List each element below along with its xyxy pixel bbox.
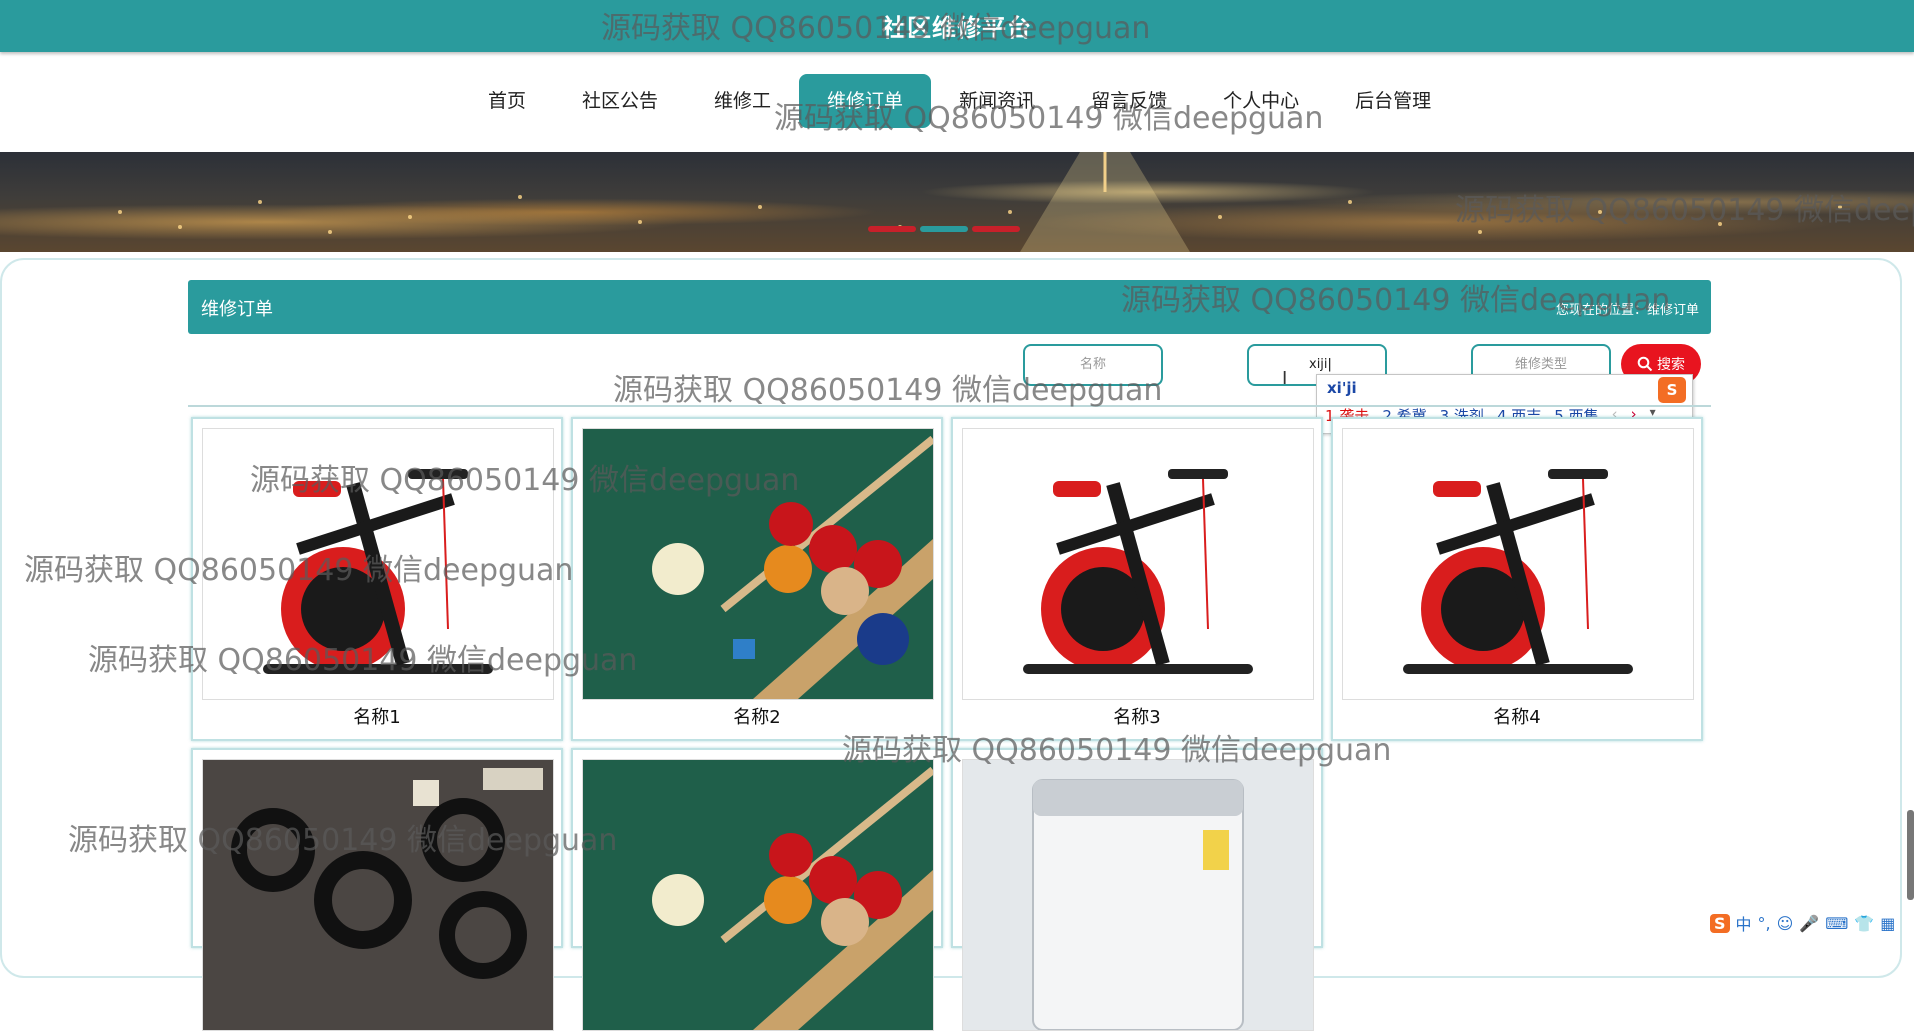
keyboard-icon[interactable]: ⌨: [1825, 914, 1848, 933]
section-title: 维修订单: [201, 299, 273, 320]
punctuation-icon[interactable]: °,: [1758, 914, 1771, 933]
spin-bike-image: [1342, 428, 1694, 700]
middle-filter-value: xiji: [1309, 357, 1328, 372]
product-card[interactable]: 名称4: [1331, 417, 1703, 741]
banner-carousel: [0, 152, 1914, 252]
toolbox-icon[interactable]: ▦: [1880, 914, 1895, 933]
nav-item-home[interactable]: 首页: [460, 74, 554, 128]
product-card[interactable]: [951, 748, 1323, 1031]
chinese-mode-icon[interactable]: 中: [1736, 911, 1752, 935]
section-header: 维修订单 您现在的位置：维修订单: [188, 280, 1711, 334]
skin-icon[interactable]: 👕: [1854, 914, 1874, 933]
nav-item-admin[interactable]: 后台管理: [1327, 74, 1459, 128]
carousel-indicators: [868, 226, 1020, 232]
carousel-dot[interactable]: [972, 226, 1020, 232]
product-card[interactable]: 名称1: [191, 417, 563, 741]
main-nav: 首页 社区公告 维修工 维修订单 新闻资讯 留言反馈 个人中心 后台管理: [460, 74, 1459, 128]
product-card[interactable]: [191, 748, 563, 1031]
microphone-icon[interactable]: 🎤: [1799, 914, 1819, 933]
search-icon: [1637, 356, 1653, 372]
name-filter-input[interactable]: 名称: [1023, 344, 1163, 386]
product-name[interactable]: 名称2: [573, 703, 941, 729]
ime-status-tray: S 中 °, ☺ 🎤 ⌨ 👕 ▦: [1710, 908, 1914, 938]
product-name[interactable]: 名称3: [953, 703, 1321, 729]
page-scrollbar[interactable]: [1907, 810, 1914, 900]
ime-pinyin: xi'ji: [1327, 379, 1357, 397]
nav-item-notices[interactable]: 社区公告: [554, 74, 686, 128]
nav-item-news[interactable]: 新闻资讯: [931, 74, 1063, 128]
billiards-image: [582, 759, 934, 1031]
carousel-dot[interactable]: [868, 226, 916, 232]
sogou-logo-icon: S: [1658, 377, 1686, 403]
site-title: 社区维修平台: [882, 14, 1032, 42]
city-night-image: [118, 152, 1842, 252]
sogou-tray-icon[interactable]: S: [1710, 913, 1730, 933]
emoji-icon[interactable]: ☺: [1777, 914, 1794, 933]
nav-item-orders[interactable]: 维修订单: [799, 74, 932, 128]
filter-divider: [188, 405, 1711, 407]
washing-machine-image: [962, 759, 1314, 1031]
nav-item-feedback[interactable]: 留言反馈: [1063, 74, 1195, 128]
search-button-label: 搜索: [1657, 357, 1685, 373]
product-name[interactable]: 名称4: [1333, 703, 1701, 729]
top-bar: 社区维修平台: [0, 0, 1914, 52]
spin-bike-image: [962, 428, 1314, 700]
spin-bike-image: [202, 428, 554, 700]
carousel-dot-active[interactable]: [920, 226, 968, 232]
nav-item-profile[interactable]: 个人中心: [1195, 74, 1327, 128]
product-card[interactable]: 名称2: [571, 417, 943, 741]
nav-item-workers[interactable]: 维修工: [686, 74, 799, 128]
product-card[interactable]: [571, 748, 943, 1031]
product-name[interactable]: 名称1: [193, 703, 561, 729]
text-cursor-icon: I: [1282, 368, 1288, 389]
billiards-image: [582, 428, 934, 700]
breadcrumb: 您现在的位置：维修订单: [1555, 303, 1699, 318]
tire-wall-image: [202, 759, 554, 1031]
product-card[interactable]: 名称3: [951, 417, 1323, 741]
